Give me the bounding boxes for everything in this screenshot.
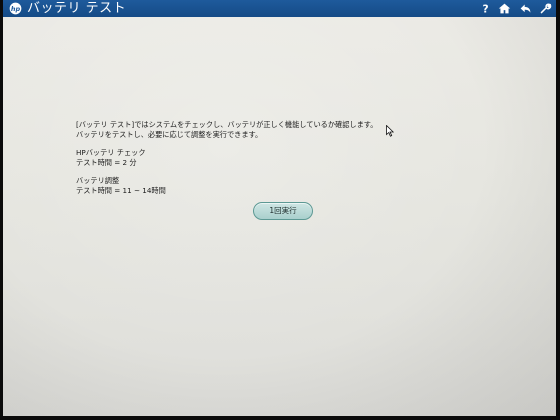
hp-check-time: テスト時間 = 2 分	[76, 157, 137, 167]
app-window: hp バッテリ テスト ? [バッテリ テスト]ではシステムをチェックし、バッテ…	[3, 0, 556, 416]
mouse-cursor-icon	[386, 125, 394, 137]
window-title: バッテリ テスト	[27, 1, 127, 16]
calibration-heading: バッテリ調整	[76, 176, 120, 185]
calibration-section: バッテリ調整 テスト時間 = 11 ~ 14時間	[76, 176, 377, 195]
description-line-1: [バッテリ テスト]ではシステムをチェックし、バッテリが正しく機能しているか確認…	[76, 120, 378, 129]
help-icon[interactable]: ?	[479, 2, 492, 15]
svg-text:?: ?	[482, 4, 488, 15]
hp-check-heading: HPバッテリ チェック	[76, 148, 146, 157]
hp-logo-icon: hp	[9, 2, 22, 15]
description-line-2: バッテリをテストし、必要に応じて調整を実行できます。	[76, 129, 263, 139]
battery-test-info: [バッテリ テスト]ではシステムをチェックし、バッテリが正しく機能しているか確認…	[76, 120, 377, 195]
settings-icon[interactable]	[539, 2, 552, 15]
calibration-time: テスト時間 = 11 ~ 14時間	[76, 185, 166, 195]
back-icon[interactable]	[519, 2, 532, 15]
run-once-button[interactable]: 1回実行	[253, 202, 313, 220]
hp-check-section: HPバッテリ チェック テスト時間 = 2 分	[76, 148, 377, 167]
title-bar: hp バッテリ テスト ?	[3, 0, 556, 17]
svg-text:hp: hp	[11, 5, 21, 13]
home-icon[interactable]	[498, 2, 511, 15]
